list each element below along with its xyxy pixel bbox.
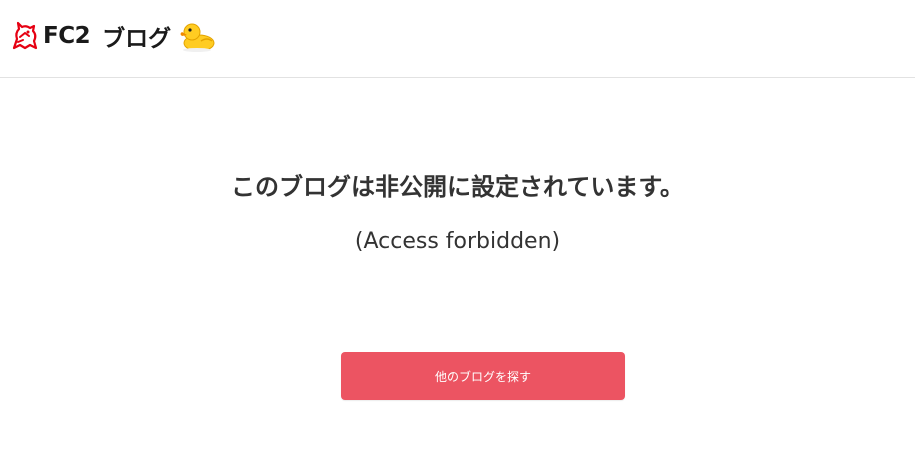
- site-header: FC2 ブログ: [0, 0, 915, 78]
- duck-icon: [180, 23, 215, 52]
- fc2-unicorn-icon: [12, 21, 38, 50]
- access-forbidden-text: (Access forbidden): [354, 229, 561, 254]
- page-title: このブログは非公開に設定されています。: [231, 173, 684, 201]
- find-other-blogs-button[interactable]: 他のブログを探す: [341, 352, 625, 400]
- fc2-blog-logo-link[interactable]: FC2 ブログ: [12, 18, 217, 54]
- logo-fc2-text: FC2: [43, 23, 91, 49]
- logo-blog-text: ブログ: [102, 26, 172, 52]
